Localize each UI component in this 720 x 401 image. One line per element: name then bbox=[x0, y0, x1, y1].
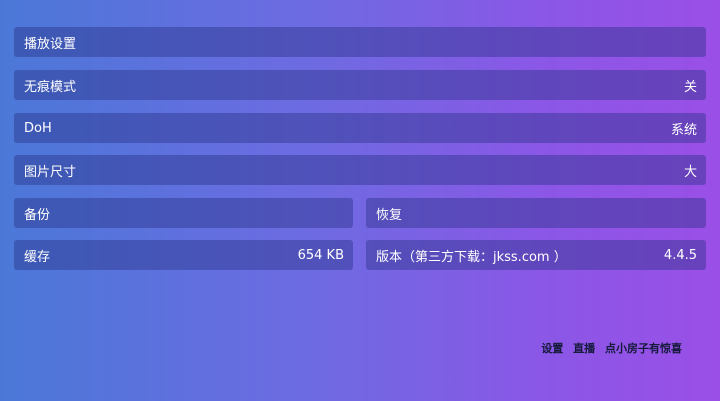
backup-button[interactable]: 备份 bbox=[14, 198, 353, 228]
incognito-mode-label: 无痕模式 bbox=[24, 79, 77, 95]
doh-value: 系统 bbox=[670, 122, 697, 138]
image-size-label: 图片尺寸 bbox=[24, 164, 77, 180]
image-size-value: 大 bbox=[683, 164, 697, 180]
cache-item[interactable]: 缓存 654 KB bbox=[14, 240, 353, 270]
incognito-mode-value: 关 bbox=[683, 79, 697, 95]
version-value: 4.4.5 bbox=[663, 247, 697, 263]
backup-label: 备份 bbox=[24, 207, 51, 223]
restore-button[interactable]: 恢复 bbox=[366, 198, 706, 228]
playback-settings-label: 播放设置 bbox=[24, 36, 77, 52]
footer-settings-link[interactable]: 设置 bbox=[541, 342, 563, 355]
image-size-item[interactable]: 图片尺寸 大 bbox=[14, 155, 706, 185]
doh-item[interactable]: DoH 系统 bbox=[14, 113, 706, 143]
playback-settings-item[interactable]: 播放设置 bbox=[14, 27, 706, 57]
incognito-mode-item[interactable]: 无痕模式 关 bbox=[14, 70, 706, 100]
version-label: 版本（第三方下载：jkss.com ） bbox=[376, 249, 567, 265]
doh-label: DoH bbox=[24, 120, 52, 136]
footer-live-link[interactable]: 直播 bbox=[573, 342, 595, 355]
restore-label: 恢复 bbox=[376, 207, 403, 223]
cache-value: 654 KB bbox=[297, 247, 344, 263]
footer-house-hint: 点小房子有惊喜 bbox=[605, 342, 682, 355]
footer-nav: 设置 直播 点小房子有惊喜 bbox=[535, 340, 682, 356]
cache-label: 缓存 bbox=[24, 249, 51, 265]
version-item[interactable]: 版本（第三方下载：jkss.com ） 4.4.5 bbox=[366, 240, 706, 270]
